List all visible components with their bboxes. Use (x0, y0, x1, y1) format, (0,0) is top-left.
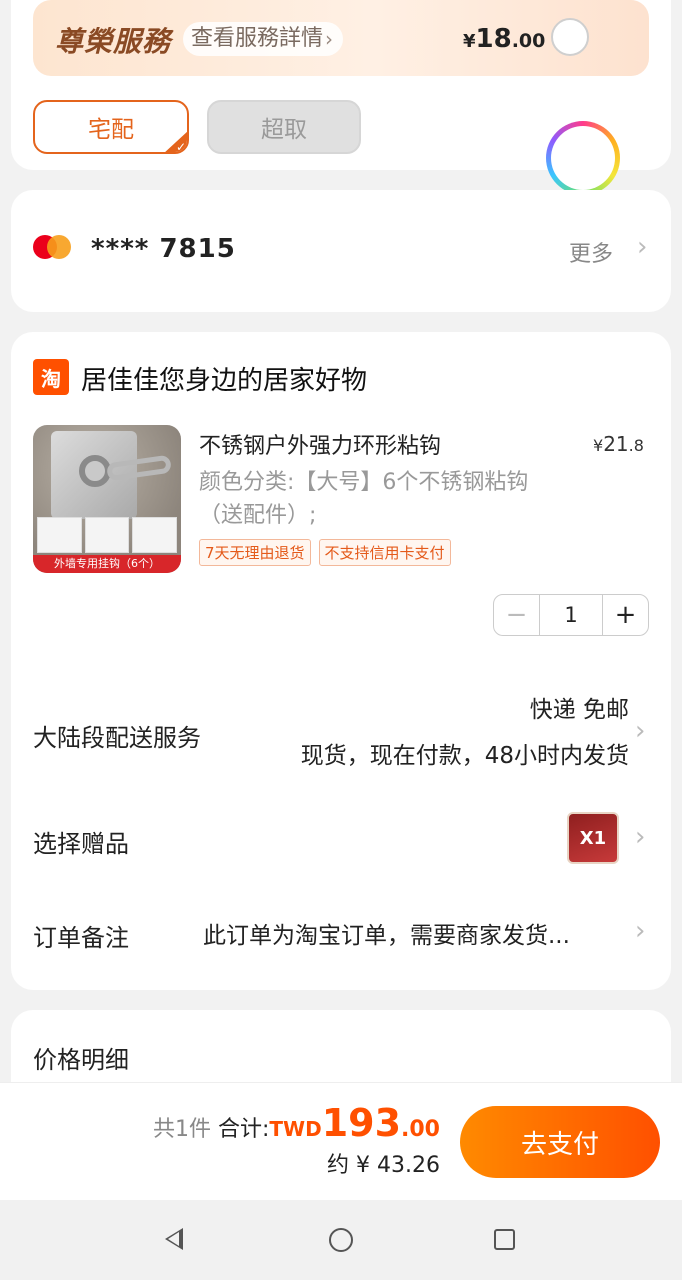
total-amount: 193 (321, 1101, 402, 1145)
system-nav-bar (0, 1200, 682, 1280)
mastercard-icon (33, 234, 73, 260)
chevron-right-icon: › (637, 232, 648, 262)
floating-assistant-ring-icon[interactable] (546, 121, 620, 195)
order-total: 共1件 合计:TWD193.00 (153, 1101, 440, 1145)
total-label: 合计: (217, 1117, 270, 1142)
item-count: 共1件 (152, 1117, 211, 1142)
total-amount-decimal: .00 (401, 1117, 440, 1142)
chevron-right-icon: › (325, 27, 334, 51)
product-image-caption: 外墙专用挂钩（6个） (33, 555, 181, 573)
recent-apps-icon[interactable] (494, 1229, 515, 1250)
order-note-text[interactable]: 此订单为淘宝订单，需要商家发货... (203, 916, 631, 950)
increase-quantity-button[interactable]: + (603, 595, 648, 635)
taobao-logo-icon: 淘 (33, 359, 69, 395)
honor-service-title: 尊榮服務 (55, 25, 172, 58)
checkout-bar: 共1件 合计:TWD193.00 约 ¥ 43.26 去支付 (0, 1082, 682, 1200)
product-price: ¥21.8 (593, 432, 644, 456)
price-detail-title: 价格明细 (33, 1046, 129, 1074)
shop-name[interactable]: 居佳佳您身边的居家好物 (81, 360, 367, 397)
product-sku[interactable]: 颜色分类:【大号】6个不锈钢粘钩（送配件）; (199, 466, 549, 532)
shop-order-card: 淘 居佳佳您身边的居家好物 外墙专用挂钩（6个） 不锈钢户外强力环形粘钩 ¥21… (11, 332, 671, 990)
pay-button[interactable]: 去支付 (460, 1106, 660, 1178)
quantity-value[interactable]: 1 (539, 595, 603, 635)
order-note-label: 订单备注 (33, 924, 129, 952)
tag-return-policy: 7天无理由退货 (199, 539, 311, 566)
delivery-option-pickup[interactable]: 超取 (207, 100, 361, 154)
payment-method-card[interactable]: **** 7815 更多 › (11, 190, 671, 312)
service-card: 尊榮服務 查看服務詳情 › ¥18.00 宅配 ✓ 超取 (11, 0, 671, 195)
tag-no-credit-card: 不支持信用卡支付 (318, 539, 451, 566)
product-tags: 7天无理由退货 不支持信用卡支付 (199, 539, 451, 566)
chevron-right-icon[interactable]: › (635, 716, 645, 746)
gift-thumbnail[interactable]: X1 (567, 812, 619, 864)
gift-label: 选择赠品 (33, 830, 129, 858)
card-number: **** 7815 (91, 234, 236, 264)
quantity-stepper[interactable]: − 1 + (493, 594, 649, 636)
product-image[interactable]: 外墙专用挂钩（6个） (33, 425, 181, 573)
service-details-label: 查看服務詳情 (191, 26, 324, 51)
more-payment-link[interactable]: 更多 (569, 236, 613, 268)
service-price: ¥18.00 (463, 24, 546, 54)
delivery-option-pickup-label: 超取 (261, 117, 307, 143)
back-icon[interactable] (165, 1228, 183, 1250)
shipping-detail[interactable]: 现货，现在付款，48小时内发货 (301, 736, 629, 770)
chevron-right-icon[interactable]: › (635, 822, 645, 852)
delivery-option-home[interactable]: 宅配 ✓ (33, 100, 189, 154)
gift-count: X1 (579, 827, 607, 849)
shipping-service-label: 大陆段配送服务 (33, 724, 201, 752)
delivery-option-home-label: 宅配 (88, 117, 134, 143)
selected-check-icon: ✓ (163, 130, 187, 152)
decrease-quantity-button[interactable]: − (494, 595, 539, 635)
product-title[interactable]: 不锈钢户外强力环形粘钩 (199, 428, 441, 460)
total-currency: TWD (269, 1117, 322, 1141)
chevron-right-icon[interactable]: › (635, 916, 645, 946)
home-icon[interactable] (329, 1228, 353, 1252)
service-select-checkbox[interactable] (551, 18, 589, 56)
approx-cny-amount: 约 ¥ 43.26 (327, 1153, 440, 1178)
service-details-link[interactable]: 查看服務詳情 › (183, 22, 344, 56)
honor-service-banner[interactable]: 尊榮服務 查看服務詳情 › ¥18.00 (33, 0, 649, 76)
shipping-method[interactable]: 快递 免邮 (530, 690, 629, 724)
